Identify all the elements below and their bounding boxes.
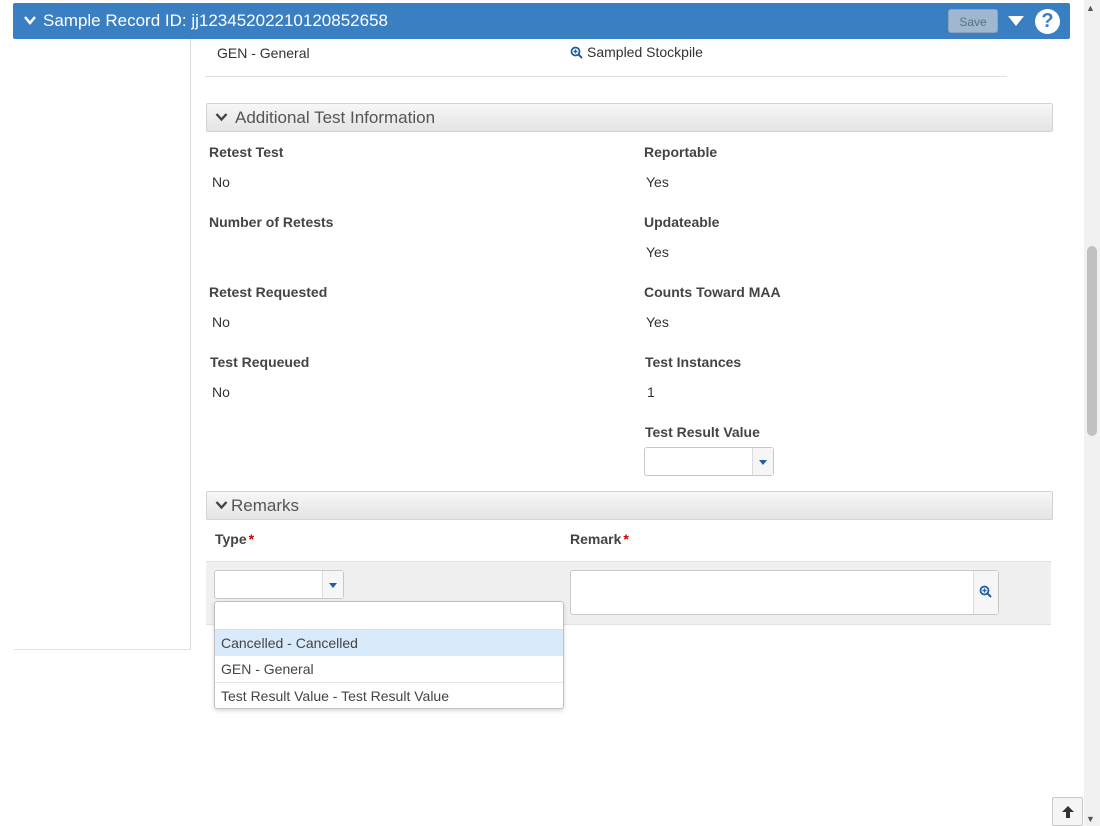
dropdown-option[interactable]: Test Result Value - Test Result Value <box>215 682 563 708</box>
remark-input[interactable] <box>570 570 999 615</box>
counts-toward-maa-value: Yes <box>646 314 669 330</box>
caret-down-icon[interactable] <box>1007 15 1025 27</box>
arrow-up-icon <box>1062 806 1074 818</box>
remark-zoom-button[interactable] <box>973 571 998 614</box>
scrollbar-thumb[interactable] <box>1087 246 1097 436</box>
chevron-down-icon <box>215 501 228 510</box>
remarks-header[interactable]: Remarks <box>206 491 1053 520</box>
updateable-value: Yes <box>646 244 669 260</box>
general-value: GEN - General <box>217 45 310 61</box>
caret-down-icon <box>329 582 337 588</box>
retest-requested-value: No <box>212 314 230 330</box>
type-dropdown-list: Cancelled - Cancelled GEN - General Test… <box>214 601 564 709</box>
test-instances-value: 1 <box>647 384 655 400</box>
back-to-top-button[interactable] <box>1052 797 1083 826</box>
type-select[interactable] <box>214 570 344 599</box>
reportable-label: Reportable <box>644 144 718 160</box>
caret-down-icon <box>759 459 767 465</box>
section-title: Additional Test Information <box>235 108 436 127</box>
test-instances-label: Test Instances <box>645 354 742 370</box>
test-result-value-select[interactable] <box>644 447 774 476</box>
dropdown-option[interactable]: GEN - General <box>215 656 563 682</box>
retest-test-value: No <box>212 174 230 190</box>
type-label-text: Type <box>215 531 247 547</box>
record-title: Sample Record ID: jj12345202210120852658 <box>43 11 388 30</box>
scroll-down-arrow-icon[interactable]: ▼ <box>1086 814 1095 824</box>
retest-requested-label: Retest Requested <box>209 284 328 300</box>
type-label: Type * <box>215 531 254 547</box>
test-requeued-label: Test Requeued <box>210 354 310 370</box>
divider <box>205 76 1007 77</box>
help-icon[interactable]: ? <box>1035 9 1060 34</box>
required-marker: * <box>623 531 629 547</box>
test-result-value-label: Test Result Value <box>645 424 760 440</box>
content-border <box>190 39 191 650</box>
test-requeued-value: No <box>212 384 230 400</box>
record-header-bar[interactable]: Sample Record ID: jj12345202210120852658… <box>13 3 1070 39</box>
counts-toward-maa-label: Counts Toward MAA <box>644 284 781 300</box>
remark-label-text: Remark <box>570 531 622 547</box>
divider <box>14 649 191 650</box>
required-marker: * <box>248 531 255 547</box>
retest-test-label: Retest Test <box>209 144 284 160</box>
zoom-icon <box>570 46 583 59</box>
additional-test-info-header[interactable]: Additional Test Information <box>206 103 1053 132</box>
dropdown-filter-input[interactable] <box>215 602 563 630</box>
select-toggle-button[interactable] <box>322 571 343 598</box>
scroll-up-arrow-icon[interactable]: ▲ <box>1086 3 1095 13</box>
sampled-stockpile-link[interactable]: Sampled Stockpile <box>570 44 703 60</box>
dropdown-option[interactable]: Cancelled - Cancelled <box>215 630 563 656</box>
zoom-icon <box>979 585 992 598</box>
save-button[interactable]: Save <box>948 9 998 33</box>
remark-label: Remark * <box>570 531 629 547</box>
chevron-down-icon[interactable] <box>23 13 37 27</box>
chevron-down-icon <box>215 113 228 122</box>
section-title: Remarks <box>231 496 300 515</box>
stockpile-label: Sampled Stockpile <box>587 44 703 60</box>
select-toggle-button[interactable] <box>752 448 773 475</box>
reportable-value: Yes <box>646 174 669 190</box>
updateable-label: Updateable <box>644 214 720 230</box>
number-of-retests-label: Number of Retests <box>209 214 334 230</box>
